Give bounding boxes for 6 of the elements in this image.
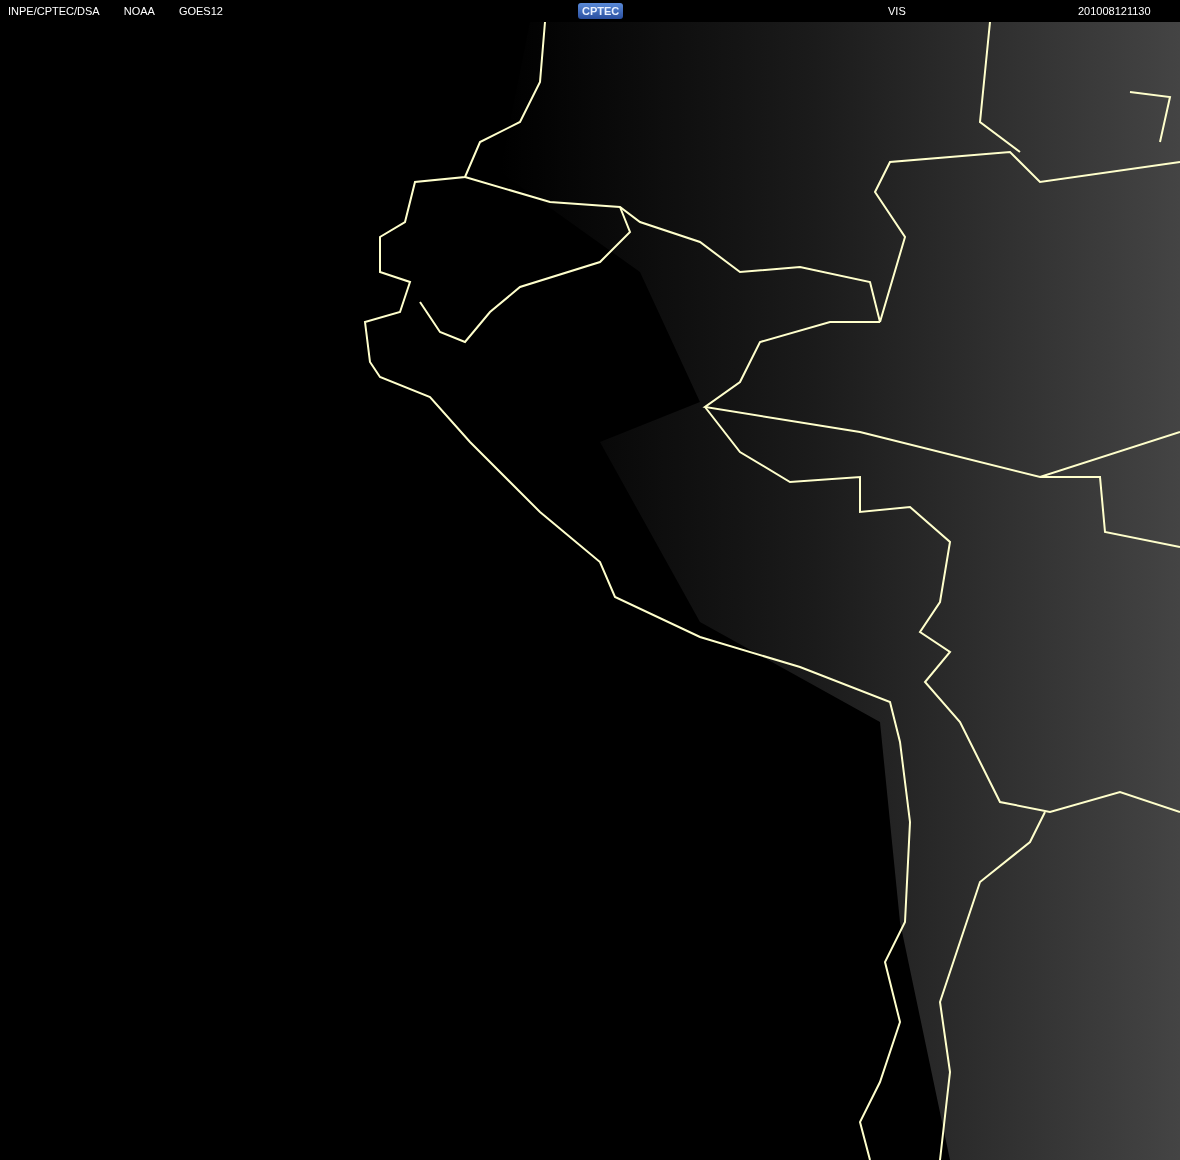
- agency-label: NOAA: [123, 5, 155, 17]
- logo: CPTEC: [578, 3, 624, 19]
- source-label: INPE/CPTEC/DSA: [8, 5, 100, 17]
- channel-label: VIS: [888, 5, 906, 17]
- satellite-label: GOES12: [178, 5, 223, 17]
- timestamp-label: 201008121130: [1078, 5, 1151, 17]
